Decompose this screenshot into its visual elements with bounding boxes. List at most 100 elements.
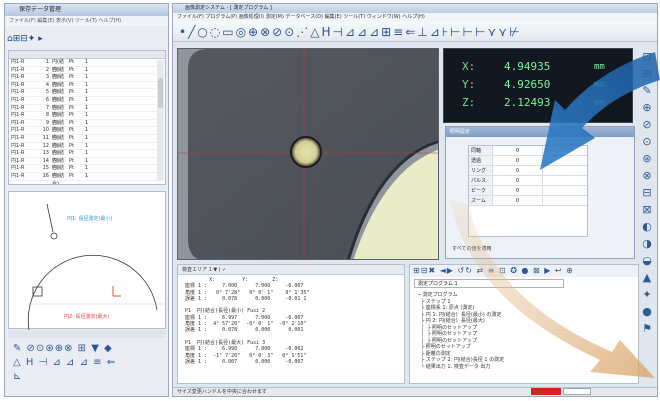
table-cell: 円1-R xyxy=(11,112,25,119)
results-panel[interactable]: 検査エリア 1 ▼ | ✓ X: Y: Z: 座標 1 : 7.000 7.00… xyxy=(177,264,405,384)
main-measurement-window: 画像測定システム - [ 測定プログラム ] ファイル(F) プログラム(P) … xyxy=(172,3,658,397)
dialog-apply-label[interactable]: すべての値を適用 xyxy=(452,245,491,252)
lighting-slider[interactable] xyxy=(543,166,587,175)
lighting-slider[interactable] xyxy=(543,156,587,165)
lighting-row[interactable]: リング 0 xyxy=(469,166,587,176)
table-scrollbar[interactable] xyxy=(157,60,164,180)
results-toolbar[interactable]: 検査エリア 1 ▼ | ✓ xyxy=(178,265,404,275)
lighting-row[interactable]: ズーム 0 xyxy=(469,196,587,206)
table-row[interactable]: 円1-R 4 円(結合) Pt 1 xyxy=(9,81,165,96)
graph-label-bottom: 円2: 長径測定(最大) xyxy=(64,313,109,320)
table-cell: 円1-R xyxy=(11,81,25,88)
table-row[interactable]: 円1-R 5 円(結合) Pt 1 xyxy=(9,89,165,103)
table-cell: 4 xyxy=(45,81,49,88)
results-text: X: Y: Z: 座標 1 : 7.000 7.000 -0.007 角度 1 … xyxy=(185,277,310,365)
table-row[interactable]: 円1-R 11 円(結合) Pt 1 xyxy=(9,134,165,149)
table-cell: Pt xyxy=(69,127,74,134)
left-window-title: 保存データ管理 xyxy=(5,4,168,16)
lighting-value[interactable]: 0 xyxy=(493,176,543,185)
lighting-value[interactable]: 0 xyxy=(493,186,543,195)
table-cell: 12 xyxy=(42,142,49,149)
table-row[interactable]: 円1-R 15 円(結合) Pt 1 xyxy=(9,165,165,179)
dro-y-row: Y: 4.92650 mm xyxy=(444,77,634,93)
lighting-value[interactable]: 0 xyxy=(493,146,543,155)
dialog-title: 照明設定 xyxy=(446,127,634,137)
col-count xyxy=(85,51,101,58)
table-row[interactable]: 円1-R 2 円(結合) Pt 1 xyxy=(9,67,165,80)
table-row[interactable]: 円1-R 3 円(結合) Pt 1 xyxy=(9,74,165,88)
graph-point-1 xyxy=(50,232,58,240)
program-toolbar[interactable]: ⊞⊟✖ ◄▶ ↺↻ ⇄ ≡ ⊡ ✪ ● ⊠ ▶ ↩ ⊕ xyxy=(410,265,638,277)
table-row[interactable]: 円1-R 6 円(結合) Pt 1 xyxy=(9,96,165,111)
table-cell: 1 xyxy=(85,142,89,149)
dro-y-value: 4.92650 xyxy=(504,78,551,91)
measurement-list-table[interactable]: 円1-R 1 円(結合) Pt 1 円1-R 2 円(結合) Pt 1 円1-R 3 円(結合) Pt 1 円… xyxy=(8,50,166,185)
dro-z-value: 2.12493 xyxy=(504,96,551,109)
table-cell: 1 xyxy=(85,119,89,126)
table-row[interactable]: 円1-R 10 円(結合) Pt 1 xyxy=(9,127,165,141)
table-cell: 1 xyxy=(85,59,89,65)
lighting-row[interactable]: パルス 0 xyxy=(469,176,587,186)
lighting-slider[interactable] xyxy=(543,196,587,205)
table-cell: Pt xyxy=(69,150,74,157)
table-row[interactable]: 円1-R 14 円(結合) Pt 1 xyxy=(9,158,165,171)
dro-x-value: 4.94935 xyxy=(504,60,551,73)
lighting-slider[interactable] xyxy=(543,146,587,155)
lighting-value[interactable]: 0 xyxy=(493,196,543,205)
table-cell: 1 xyxy=(85,81,89,88)
graph-canvas: 円1: 長径測定(最小) 円2: 長径測定(最大) xyxy=(27,203,165,330)
scrollbar-thumb[interactable] xyxy=(158,78,163,108)
program-tree[interactable]: ─ 測定プログラム ├ ステップ 1 ├ 座標系 1: 原点 (測定) ├ 円 … xyxy=(418,292,636,382)
table-cell: 円1-R xyxy=(11,165,25,172)
lighting-slider[interactable] xyxy=(543,186,587,195)
lighting-row[interactable]: 同軸 0 xyxy=(469,146,587,156)
table-cell: 円(結合) xyxy=(52,150,64,164)
lighting-table[interactable]: 同軸 0 透過 0 リング 0 パルス 0 ピーク 0 ズーム 0 xyxy=(468,145,588,237)
table-body[interactable]: 円1-R 1 円(結合) Pt 1 円1-R 2 円(結合) Pt 1 円1-R 3 円(結合) Pt 1 円… xyxy=(9,59,165,185)
lighting-value[interactable]: 0 xyxy=(493,156,543,165)
measurement-toolbar[interactable]: •╱○◌▭◎⊕⊗⊘⊙⋰△H⊣⊿⊿⊿⊞≡⇐⊥⊿⊦⊢⊢⊢⋎⋎⊬ xyxy=(173,22,657,42)
measure-tool-palette[interactable]: ✎ ⊘⊙⊛⊕⊗ ⊞ ▼ ◆ △ H ⊣ ⊿ ⊿ ⊿ ≡ ⇐ ⊾ xyxy=(7,342,167,392)
table-cell: 円1-R xyxy=(11,104,25,111)
camera-view[interactable] xyxy=(177,48,439,260)
table-cell: 円1-R xyxy=(11,89,25,96)
graph-line-1 xyxy=(46,203,54,233)
program-select[interactable]: 測定プログラム 1 xyxy=(414,279,564,288)
dro-z-label: Z: xyxy=(462,96,476,109)
table-cell: 円(結合) xyxy=(52,172,64,185)
left-tab-strip[interactable] xyxy=(8,330,166,338)
table-row[interactable]: 円1-R 8 円(結合) Pt 1 xyxy=(9,112,165,126)
left-menu-bar[interactable]: ファイル(F) 編集(E) 表示(V) ツール(T) ヘルプ(H) xyxy=(5,16,168,26)
right-tool-column[interactable]: ⊡ ⊞ ✎ ⊕ ⊘ ⊙ ⊛ ⊗ ⊟ ⊠ ◐ ◑ ◒ ▲ ✦ ● ⚑ xyxy=(637,48,657,348)
lighting-row[interactable]: ピーク 0 xyxy=(469,186,587,196)
table-cell: 円1-R xyxy=(11,127,25,134)
table-cell: 円1-R xyxy=(11,150,25,157)
shape-graph-view[interactable]: 円1: 長径測定(最小) 円2: 長径測定(最大) xyxy=(8,191,166,330)
lighting-slider[interactable] xyxy=(543,176,587,185)
lighting-row[interactable]: 透過 0 xyxy=(469,156,587,166)
table-row[interactable]: 円1-R 12 円(結合) Pt 1 xyxy=(9,142,165,156)
table-cell: 1 xyxy=(85,96,89,103)
table-cell: 円(結合) xyxy=(52,59,64,73)
table-row[interactable]: 円1-R 13 円(結合) Pt 1 xyxy=(9,150,165,164)
main-menu-bar[interactable]: ファイル(F) プログラム(P) 画像処理(I) 測定(M) データベース(D)… xyxy=(173,13,657,22)
table-cell: 5 xyxy=(45,89,49,96)
table-cell: Pt xyxy=(69,134,74,141)
program-panel[interactable]: ⊞⊟✖ ◄▶ ↺↻ ⇄ ≡ ⊡ ✪ ● ⊠ ▶ ↩ ⊕ 測定プログラム 1 ─ … xyxy=(409,264,639,384)
table-cell: Pt xyxy=(69,89,74,96)
table-row[interactable]: 円1-R 1 円(結合) Pt 1 xyxy=(9,59,165,73)
dro-x-row: X: 4.94935 mm xyxy=(444,59,634,75)
col-note xyxy=(101,51,141,58)
table-row[interactable]: 円1-R 16 円(結合) Pt 1 xyxy=(9,172,165,185)
lighting-value[interactable]: 0 xyxy=(493,166,543,175)
table-cell: 円(結合) xyxy=(52,81,64,96)
table-row[interactable]: 円1-R 9 円(結合) Pt 1 xyxy=(9,119,165,133)
table-cell: 円(結合) xyxy=(52,74,64,88)
table-row[interactable]: 円1-R 7 円(結合) Pt 1 xyxy=(9,104,165,118)
table-cell: 1 xyxy=(85,74,89,81)
table-cell: 円1-R xyxy=(11,74,25,81)
table-cell: 円(結合) xyxy=(52,127,64,141)
measured-hole xyxy=(290,136,322,168)
lighting-settings-dialog[interactable]: 照明設定 同軸 0 透過 0 リング 0 パルス 0 ピーク 0 ズーム 0 すべての値を適用 xyxy=(445,126,635,259)
left-toolbar[interactable]: ⌂⊞⊟✦ ▸ xyxy=(7,34,87,46)
